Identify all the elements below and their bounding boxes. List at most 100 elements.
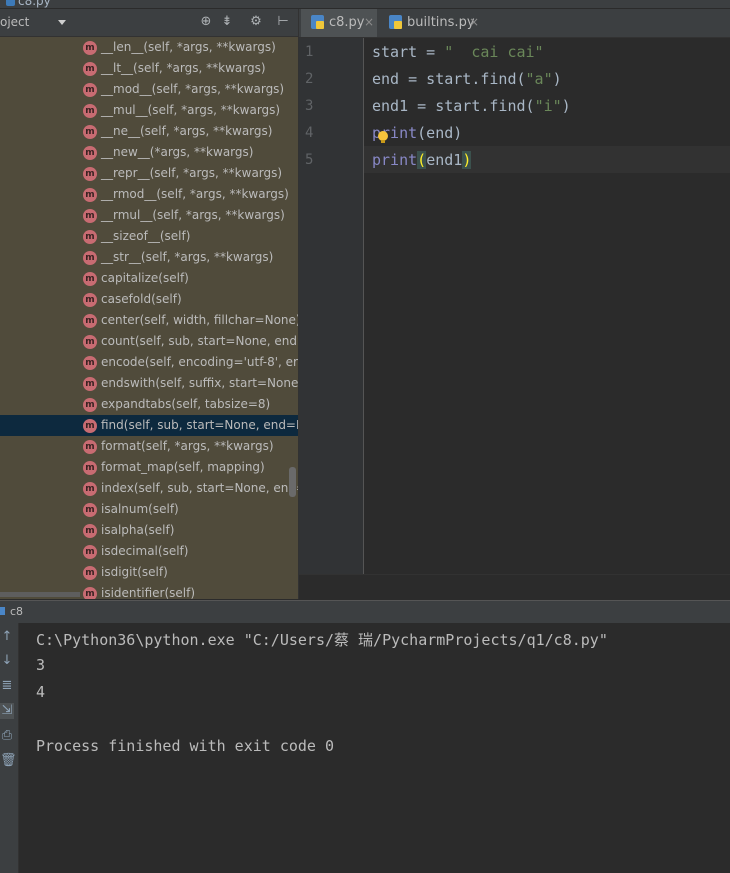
tree-item[interactable]: m __str__(self, *args, **kwargs) [0, 247, 298, 268]
code-line-1[interactable]: start = " cai cai" [372, 43, 544, 61]
line-number-gutter[interactable] [299, 38, 363, 574]
tree-item[interactable]: m __len__(self, *args, **kwargs) [0, 37, 298, 58]
method-icon: m [83, 461, 97, 475]
lightbulb-icon[interactable] [378, 131, 388, 143]
method-icon: m [83, 335, 97, 349]
tree-item[interactable]: m __lt__(self, *args, **kwargs) [0, 58, 298, 79]
scroll-down-icon[interactable]: ↓ [0, 653, 14, 669]
tree-item[interactable]: m center(self, width, fillchar=None) [0, 310, 298, 331]
tree-item[interactable]: m casefold(self) [0, 289, 298, 310]
method-label: isalnum(self) [101, 502, 179, 516]
run-panel-header: c8 [0, 600, 730, 624]
tree-item[interactable]: m endswith(self, suffix, start=None, end=… [0, 373, 298, 394]
method-label: __lt__(self, *args, **kwargs) [101, 61, 266, 75]
code-text: (end) [417, 124, 463, 142]
python-file-icon [6, 0, 15, 6]
close-icon[interactable]: × [469, 15, 479, 29]
tree-item[interactable]: m index(self, sub, start=None, end=None) [0, 478, 298, 499]
gear-icon[interactable]: ⚙ [248, 14, 264, 30]
tree-item[interactable]: m capitalize(self) [0, 268, 298, 289]
line-number: 3 [305, 98, 314, 114]
title-strip: c8.py [0, 0, 730, 9]
hide-panel-icon[interactable]: ⊢ [275, 14, 291, 30]
method-icon: m [83, 83, 97, 97]
matched-paren: ( [417, 151, 427, 169]
method-icon: m [83, 419, 97, 433]
method-icon: m [83, 146, 97, 160]
tree-item[interactable]: m format(self, *args, **kwargs) [0, 436, 298, 457]
tree-item[interactable]: m isalnum(self) [0, 499, 298, 520]
line-number: 5 [305, 152, 314, 168]
tree-item[interactable]: m format_map(self, mapping) [0, 457, 298, 478]
tree-item[interactable]: m isalpha(self) [0, 520, 298, 541]
method-icon: m [83, 503, 97, 517]
tree-item[interactable]: m __new__(*args, **kwargs) [0, 142, 298, 163]
method-icon: m [83, 440, 97, 454]
tree-item[interactable]: m __ne__(self, *args, **kwargs) [0, 121, 298, 142]
tree-item[interactable]: m expandtabs(self, tabsize=8) [0, 394, 298, 415]
vertical-scrollbar[interactable] [289, 467, 296, 497]
method-label: expandtabs(self, tabsize=8) [101, 397, 271, 411]
method-icon: m [83, 230, 97, 244]
method-icon: m [83, 41, 97, 55]
tree-item[interactable]: m __mul__(self, *args, **kwargs) [0, 100, 298, 121]
tree-item[interactable]: m isdigit(self) [0, 562, 298, 583]
tab-c8-py[interactable]: c8.py × [301, 9, 377, 37]
run-toolbar: ↑ ↓ ≣ ⇲ ⎙ 🗑 [0, 623, 19, 873]
tab-builtins-py[interactable]: builtins.py × [379, 9, 489, 37]
method-icon: m [83, 209, 97, 223]
soft-wrap-icon[interactable]: ≣ [0, 678, 14, 694]
locate-target-icon[interactable]: ⊕ [198, 14, 214, 30]
method-icon: m [83, 356, 97, 370]
editor-footer [299, 574, 730, 600]
string-literal: "a" [525, 70, 553, 88]
code-line-3[interactable]: end1 = start.find("i") [372, 97, 571, 115]
trash-icon[interactable]: 🗑 [0, 753, 17, 769]
console-line: 4 [36, 683, 46, 701]
builtin-keyword: print [372, 151, 418, 169]
code-line-5[interactable]: print(end1) [372, 151, 472, 169]
tree-item[interactable]: m isdecimal(self) [0, 541, 298, 562]
tree-item[interactable]: m __repr__(self, *args, **kwargs) [0, 163, 298, 184]
tree-item[interactable]: m __sizeof__(self) [0, 226, 298, 247]
project-view-title[interactable]: oject [0, 15, 29, 29]
method-label: __rmod__(self, *args, **kwargs) [101, 187, 289, 201]
breadcrumb[interactable]: c8.py [18, 0, 51, 8]
method-label: count(self, sub, start=None, end=None) [101, 334, 298, 348]
method-icon: m [83, 251, 97, 265]
horizontal-scrollbar[interactable] [0, 592, 80, 597]
method-icon: m [83, 398, 97, 412]
collapse-all-icon[interactable]: ⇟ [219, 14, 235, 30]
tree-item[interactable]: m __rmod__(self, *args, **kwargs) [0, 184, 298, 205]
print-icon[interactable]: ⎙ [0, 728, 14, 744]
method-label: find(self, sub, start=None, end=None) [101, 418, 298, 432]
console-line: 3 [36, 656, 46, 674]
method-label: isalpha(self) [101, 523, 175, 537]
code-text: ) [561, 97, 571, 115]
scroll-up-icon[interactable]: ↑ [0, 629, 14, 645]
tree-item[interactable]: m encode(self, encoding='utf-8', errors='… [0, 352, 298, 373]
code-editor[interactable] [364, 38, 730, 574]
tree-item[interactable]: m __rmul__(self, *args, **kwargs) [0, 205, 298, 226]
code-text: start = [372, 43, 445, 61]
run-config-icon [0, 607, 5, 615]
tab-label: builtins.py [407, 15, 475, 30]
tab-label: c8.py [329, 15, 365, 30]
chevron-down-icon[interactable] [58, 20, 66, 25]
method-label: __ne__(self, *args, **kwargs) [101, 124, 273, 138]
code-text: end1 = start.find( [372, 97, 535, 115]
close-icon[interactable]: × [364, 15, 374, 29]
scroll-to-end-icon[interactable]: ⇲ [0, 703, 14, 719]
method-label: isdigit(self) [101, 565, 168, 579]
tree-item[interactable]: m __mod__(self, *args, **kwargs) [0, 79, 298, 100]
method-icon: m [83, 314, 97, 328]
code-line-2[interactable]: end = start.find("a") [372, 70, 562, 88]
tree-item[interactable]: m find(self, sub, start=None, end=None) [0, 415, 298, 436]
run-tab-title[interactable]: c8 [10, 605, 23, 618]
code-text: end1 [426, 151, 463, 169]
method-label: __rmul__(self, *args, **kwargs) [101, 208, 285, 222]
tree-item[interactable]: m count(self, sub, start=None, end=None) [0, 331, 298, 352]
method-icon: m [83, 524, 97, 538]
line-number: 1 [305, 44, 314, 60]
matched-paren: ) [462, 151, 472, 169]
